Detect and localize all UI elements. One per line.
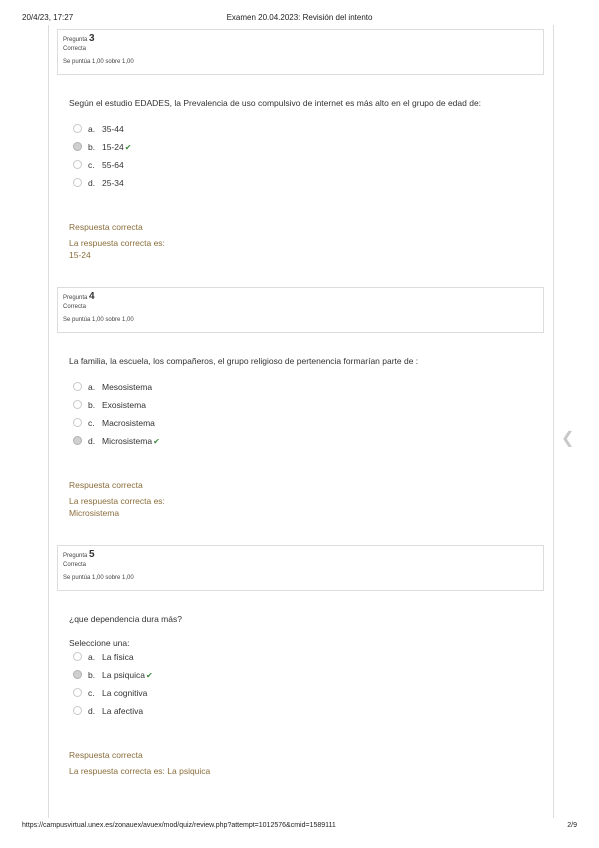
answer-option-b[interactable]: b. Exosistema [73,400,146,412]
print-title: Examen 20.04.2023: Revisión del intento [226,13,373,22]
question-text: ¿que dependencia dura más? [69,614,182,624]
feedback-status: Respuesta correcta [69,222,143,232]
answer-option-d[interactable]: d. 25-34 [73,178,124,190]
select-prompt: Seleccione una: [69,638,130,648]
radio-icon[interactable] [73,670,82,680]
question-text: Según el estudio EDADES, la Prevalencia … [69,98,482,108]
radio-icon[interactable] [73,652,82,662]
question-number: Pregunta 4 [63,291,95,302]
question-state: Correcta [63,46,87,52]
radio-icon[interactable] [73,160,82,170]
answer-option-c[interactable]: c. 55-64 [73,160,124,172]
option-text: Microsistema [102,436,153,446]
option-text: 15-24 [102,142,124,152]
question-grade: Se puntúa 1,00 sobre 1,00 [63,59,134,65]
option-letter: d. [88,436,96,446]
check-icon: ✔ [146,671,153,680]
check-icon: ✔ [153,437,160,446]
radio-icon[interactable] [73,436,82,446]
option-letter: a. [88,382,96,392]
feedback-status: Respuesta correcta [69,750,143,760]
question-info-3: Pregunta 3 Correcta Se puntúa 1,00 sobre… [57,29,544,75]
check-icon: ✔ [124,143,132,152]
option-text: 55-64 [102,160,124,170]
radio-icon[interactable] [73,178,82,188]
correct-answer-label: La respuesta correcta es: [69,496,165,506]
option-letter: b. [88,670,96,680]
option-text: La afectiva [102,706,144,716]
radio-icon[interactable] [73,400,82,410]
radio-icon[interactable] [73,142,82,152]
print-url: https://campusvirtual.unex.es/zonauex/av… [22,822,336,829]
question-label: Pregunta [63,553,88,559]
option-letter: b. [88,142,96,152]
option-text: La psiquica [102,670,146,680]
radio-icon[interactable] [73,124,82,134]
option-letter: c. [88,418,95,428]
question-state: Correcta [63,562,87,568]
option-text: Exosistema [102,400,146,410]
answer-option-b[interactable]: b. 15-24✔ [73,142,131,154]
answer-option-c[interactable]: c. La cognitiva [73,688,147,700]
option-text: La cognitiva [102,688,148,698]
question-grade: Se puntúa 1,00 sobre 1,00 [63,317,134,323]
print-header: 20/4/23, 17:27 Examen 20.04.2023: Revisi… [22,13,577,25]
radio-icon[interactable] [73,418,82,428]
option-text: Macrosistema [102,418,155,428]
answer-option-d[interactable]: d. Microsistema✔ [73,436,160,448]
question-number-value: 4 [89,291,95,302]
feedback-status: Respuesta correcta [69,480,143,490]
question-label: Pregunta [63,37,88,43]
question-label: Pregunta [63,295,88,301]
option-letter: b. [88,400,96,410]
radio-icon[interactable] [73,688,82,698]
radio-icon[interactable] [73,706,82,716]
page-frame-left [48,25,49,818]
radio-icon[interactable] [73,382,82,392]
chevron-left-icon[interactable]: ❮ [561,428,574,448]
option-text: 25-34 [102,178,124,188]
correct-answer-label: La respuesta correcta es: [69,238,165,248]
option-letter: c. [88,688,95,698]
correct-answer-value: 15-24 [69,250,91,260]
answer-option-a[interactable]: a. 35-44 [73,124,124,136]
option-letter: a. [88,652,96,662]
question-number: Pregunta 3 [63,33,95,44]
option-text: 35-44 [102,124,124,134]
print-footer: https://campusvirtual.unex.es/zonauex/av… [22,822,577,834]
answer-option-b[interactable]: b. La psiquica✔ [73,670,153,682]
option-text: Mesosistema [102,382,153,392]
question-grade: Se puntúa 1,00 sobre 1,00 [63,575,134,581]
correct-answer-value: Microsistema [69,508,120,518]
option-letter: d. [88,178,96,188]
answer-option-a[interactable]: a. La física [73,652,134,664]
question-number: Pregunta 5 [63,549,95,560]
answer-option-a[interactable]: a. Mesosistema [73,382,152,394]
question-info-5: Pregunta 5 Correcta Se puntúa 1,00 sobre… [57,545,544,591]
question-info-4: Pregunta 4 Correcta Se puntúa 1,00 sobre… [57,287,544,333]
question-number-value: 3 [89,33,95,44]
page-frame-right [553,25,554,818]
answer-option-c[interactable]: c. Macrosistema [73,418,155,430]
question-state: Correcta [63,304,87,310]
question-text: La familia, la escuela, los compañeros, … [69,356,419,366]
option-letter: a. [88,124,96,134]
answer-option-d[interactable]: d. La afectiva [73,706,143,718]
option-letter: d. [88,706,96,716]
question-number-value: 5 [89,549,95,560]
page-counter: 2/9 [567,822,577,829]
option-text: La física [102,652,134,662]
correct-answer: La respuesta correcta es: La psiquica [69,766,211,776]
option-letter: c. [88,160,95,170]
